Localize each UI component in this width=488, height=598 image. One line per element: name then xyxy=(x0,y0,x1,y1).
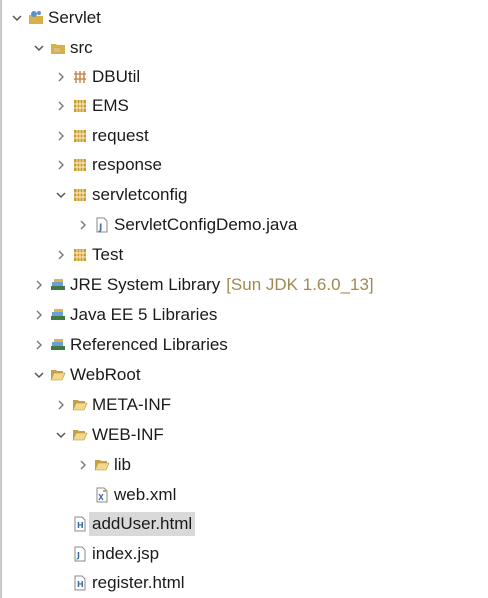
tree-item-jre-system-library[interactable]: JRE System Library [Sun JDK 1.6.0_13] xyxy=(0,270,488,300)
svg-text:J: J xyxy=(98,223,102,233)
chevron-right-icon[interactable] xyxy=(54,129,68,143)
tree-item-label: JRE System Library xyxy=(70,275,221,294)
empty-package-icon xyxy=(72,69,88,85)
tree-item-label: Servlet xyxy=(48,8,101,27)
tree-item-ems[interactable]: EMS xyxy=(0,91,488,121)
chevron-right-icon[interactable] xyxy=(32,338,46,352)
tree-item-lib[interactable]: lib xyxy=(0,450,488,480)
folder-open-icon xyxy=(72,427,88,443)
tree-item-label: Java EE 5 Libraries xyxy=(70,305,218,324)
package-icon xyxy=(72,98,88,114)
tree-item-qualifier: [Sun JDK 1.6.0_13] xyxy=(226,275,374,294)
tree-item-webroot[interactable]: WebRoot xyxy=(0,360,488,390)
tree-item-label: servletconfig xyxy=(92,185,188,204)
tree-item-web-xml[interactable]: web.xml xyxy=(0,480,488,510)
package-icon xyxy=(72,157,88,173)
tree-item-label: EMS xyxy=(92,96,129,115)
folder-open-icon xyxy=(72,397,88,413)
tree-item-test[interactable]: Test xyxy=(0,240,488,270)
chevron-right-icon[interactable] xyxy=(54,158,68,172)
library-icon xyxy=(50,277,66,293)
tree-item-meta-inf[interactable]: META-INF xyxy=(0,390,488,420)
tree-item-label: request xyxy=(92,126,149,145)
chevron-down-icon[interactable] xyxy=(32,41,46,55)
tree-item-label: WebRoot xyxy=(70,365,141,384)
tree-item-adduser-html[interactable]: H addUser.html xyxy=(0,509,488,539)
svg-text:J: J xyxy=(76,551,80,560)
svg-text:H: H xyxy=(77,521,84,530)
chevron-right-icon[interactable] xyxy=(54,99,68,113)
tree-item-index-jsp[interactable]: J index.jsp xyxy=(0,539,488,569)
package-icon xyxy=(72,128,88,144)
tree-item-label: response xyxy=(92,155,162,174)
package-icon xyxy=(72,187,88,203)
folder-open-icon xyxy=(94,457,110,473)
library-icon xyxy=(50,307,66,323)
chevron-right-icon[interactable] xyxy=(76,458,90,472)
chevron-right-icon[interactable] xyxy=(32,278,46,292)
package-icon xyxy=(72,247,88,263)
tree-item-servletconfigdemo-java[interactable]: J ServletConfigDemo.java xyxy=(0,210,488,240)
tree-item-register-html[interactable]: H register.html xyxy=(0,568,488,598)
jsp-file-icon: J xyxy=(72,546,88,562)
tree-item-servlet[interactable]: Servlet xyxy=(0,3,488,33)
tree-item-src[interactable]: src xyxy=(0,33,488,63)
java-file-icon: J xyxy=(94,217,110,233)
tree-item-dbutil[interactable]: DBUtil xyxy=(0,62,488,92)
tree-item-response[interactable]: response xyxy=(0,150,488,180)
source-folder-icon xyxy=(50,40,66,56)
tree-item-label: register.html xyxy=(92,573,185,592)
chevron-down-icon[interactable] xyxy=(54,428,68,442)
tree-item-label: WEB-INF xyxy=(92,425,164,444)
tree-item-label: Referenced Libraries xyxy=(70,335,228,354)
tree-item-request[interactable]: request xyxy=(0,121,488,151)
tree-item-java-ee-5-libraries[interactable]: Java EE 5 Libraries xyxy=(0,300,488,330)
tree-item-label: web.xml xyxy=(114,485,177,504)
xml-file-icon xyxy=(94,487,110,503)
folder-open-icon xyxy=(50,367,66,383)
chevron-right-icon[interactable] xyxy=(54,248,68,262)
chevron-right-icon[interactable] xyxy=(32,308,46,322)
chevron-down-icon[interactable] xyxy=(54,188,68,202)
tree-item-referenced-libraries[interactable]: Referenced Libraries xyxy=(0,330,488,360)
html-file-icon: H xyxy=(72,516,88,532)
library-icon xyxy=(50,337,66,353)
tree-item-label: Test xyxy=(92,245,124,264)
tree-item-label: ServletConfigDemo.java xyxy=(114,215,298,234)
tree-item-label: src xyxy=(70,38,93,57)
tree-item-label: lib xyxy=(114,455,132,474)
chevron-right-icon[interactable] xyxy=(54,398,68,412)
html-file-icon: H xyxy=(72,575,88,591)
chevron-down-icon[interactable] xyxy=(32,368,46,382)
tree-item-label: addUser.html xyxy=(89,512,196,536)
tree-item-servletconfig[interactable]: servletconfig xyxy=(0,180,488,210)
chevron-down-icon[interactable] xyxy=(10,11,24,25)
svg-text:H: H xyxy=(77,580,84,589)
tree-item-label: DBUtil xyxy=(92,67,141,86)
chevron-right-icon[interactable] xyxy=(54,70,68,84)
project-icon xyxy=(28,10,44,26)
tree-item-web-inf[interactable]: WEB-INF xyxy=(0,420,488,450)
tree-item-label: index.jsp xyxy=(92,544,160,563)
chevron-right-icon[interactable] xyxy=(76,218,90,232)
tree-item-label: META-INF xyxy=(92,395,172,414)
